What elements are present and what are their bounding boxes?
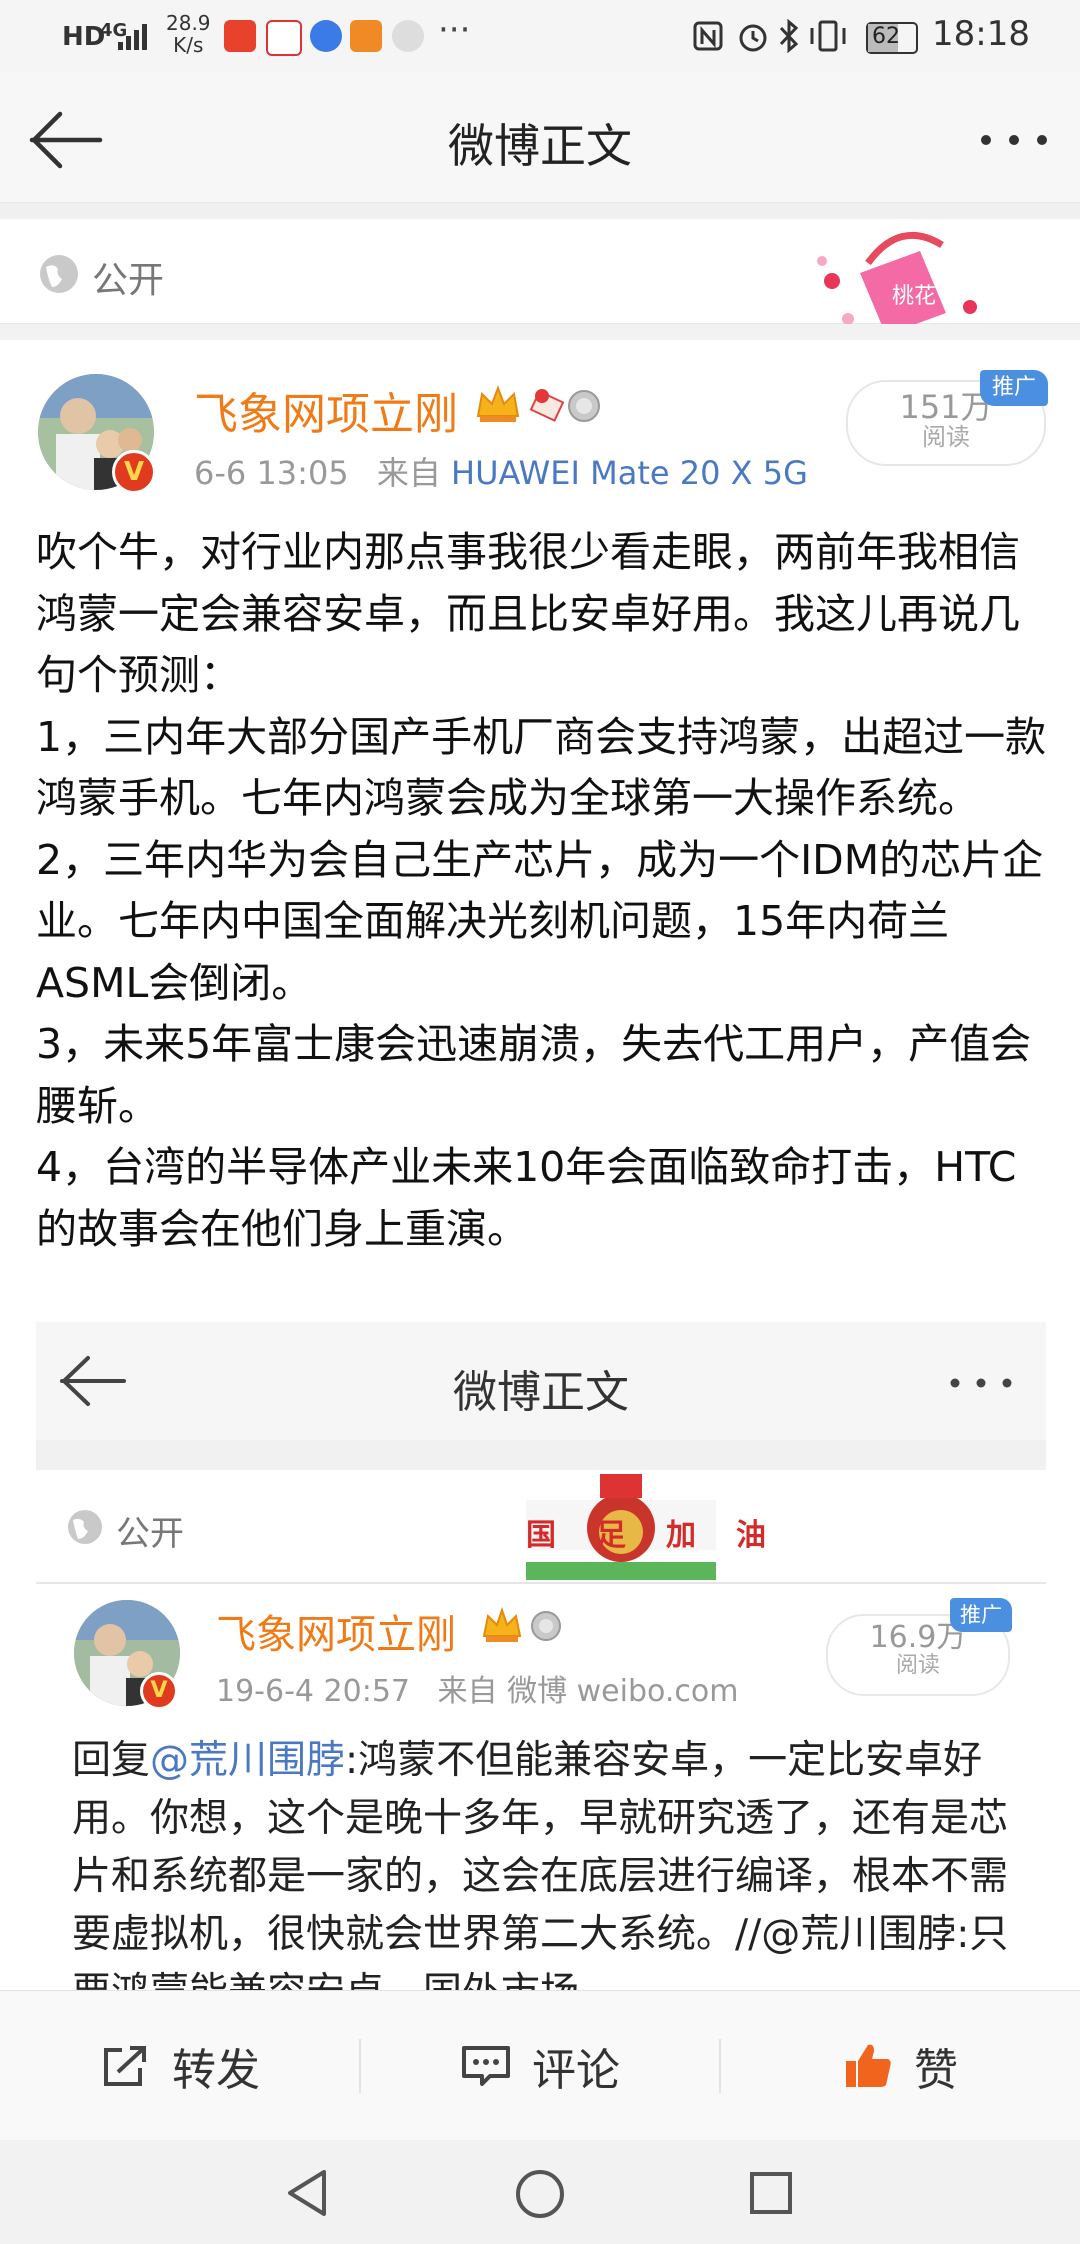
- promo-badge[interactable]: 推广: [980, 370, 1048, 406]
- user-badges-icon: [482, 1606, 561, 1642]
- source-prefix: 来自: [437, 1674, 498, 1709]
- visibility-label: 公开: [92, 260, 165, 301]
- section-gap: [0, 203, 1080, 219]
- app-icon-browser: [310, 20, 342, 52]
- bluetooth-icon: [779, 18, 799, 54]
- repost-icon: [104, 2046, 146, 2086]
- post-paragraph: 4，台湾的半导体产业未来10年会面临致命打击，HTC的故事会在他们身上重演。: [36, 1143, 1017, 1253]
- app-icon-news: [224, 20, 256, 52]
- post-paragraph: 2，三年内华为会自己生产芯片，成为一个IDM的芯片企业。七年内中国全面解决光刻机…: [36, 835, 1044, 1007]
- embedded-visibility-label: 公开: [116, 1514, 184, 1554]
- read-label: 阅读: [922, 423, 970, 451]
- net-speed: 28.9 K/s: [166, 11, 211, 57]
- more-dots-icon[interactable]: [978, 132, 1050, 148]
- comment-label: 评论: [532, 2045, 620, 2096]
- post-body: 吹个牛，对行业内那点事我很少看走眼，两前年我相信鸿蒙一定会兼容安卓，而且比安卓好…: [36, 522, 1048, 1260]
- post-source[interactable]: HUAWEI Mate 20 X 5G: [451, 454, 808, 492]
- user-badges-icon: [476, 385, 600, 422]
- post-username[interactable]: 飞象网项立刚: [194, 378, 458, 442]
- comment-button[interactable]: 评论: [360, 1991, 720, 2141]
- verified-badge: V: [140, 1672, 178, 1710]
- app-icon-hand: [392, 20, 424, 52]
- post-paragraph: 吹个牛，对行业内那点事我很少看走眼，两前年我相信鸿蒙一定会兼容安卓，而且比安卓好…: [36, 528, 1020, 699]
- nav-back-icon[interactable]: [284, 2168, 332, 2218]
- more-dots-icon: [950, 1378, 1012, 1388]
- read-label: 阅读: [895, 1653, 940, 1678]
- globe-icon: [68, 1510, 102, 1544]
- embedded-visibility-bar: 公开 国足加油: [36, 1470, 1046, 1584]
- nav-home-icon[interactable]: [514, 2168, 566, 2220]
- embedded-username: 飞象网项立刚: [216, 1612, 456, 1658]
- action-bar: 转发 评论 赞: [0, 1990, 1080, 2141]
- title-bar: 微博正文: [0, 72, 1080, 203]
- page-title: 微博正文: [448, 119, 632, 173]
- reply-prefix: 回复: [72, 1738, 151, 1783]
- svg-text:桃花: 桃花: [892, 284, 936, 309]
- like-label: 赞: [914, 2045, 958, 2096]
- status-bar: HD 4G 28.9 K/s ··· 62 18:18: [0, 0, 1080, 72]
- banner-text: 国足加油: [526, 1518, 806, 1553]
- like-button[interactable]: 赞: [720, 1991, 1080, 2141]
- embedded-timestamp: 19-6-4 20:57: [216, 1674, 410, 1709]
- embedded-body: 回复@荒川围脖:鸿蒙不但能兼容安卓，一定比安卓好用。你想，这个是晚十多年，早就研…: [72, 1732, 1022, 1990]
- nfc-icon: [693, 21, 723, 51]
- repost-button[interactable]: 转发: [0, 1991, 360, 2141]
- alarm-icon: [739, 24, 767, 52]
- visibility-bar: 公开 桃花: [0, 219, 1080, 335]
- section-gap: [36, 1440, 1046, 1470]
- embedded-page-title: 微博正文: [453, 1367, 629, 1418]
- clock: 18:18: [932, 14, 1030, 54]
- network-type: HD: [62, 22, 106, 52]
- embedded-screenshot[interactable]: 微博正文 公开 国足加油 V 飞象网项立刚 19-6-4 20:57 来自 微博…: [36, 1322, 1046, 1990]
- source-prefix: 来自: [376, 454, 441, 492]
- post-paragraph: 1，三内年大部分国产手机厂商会支持鸿蒙，出超过一款鸿蒙手机。七年内鸿蒙会成为全球…: [36, 712, 1047, 823]
- vibrate-icon: [810, 20, 846, 52]
- nav-recents-icon[interactable]: [748, 2170, 794, 2216]
- comment-icon: [462, 2046, 510, 2086]
- app-icon-video: [350, 20, 382, 52]
- embedded-title-bar: 微博正文: [36, 1322, 1046, 1440]
- globe-icon: [40, 255, 78, 293]
- section-gap: [0, 324, 1080, 340]
- verified-badge: V: [112, 450, 156, 494]
- navigation-bar: [0, 2140, 1080, 2244]
- post-paragraph: 3，未来5年富士康会迅速崩溃，失去代工用户，产值会腰斩。: [36, 1020, 1032, 1130]
- embedded-source: 微博 weibo.com: [507, 1674, 739, 1709]
- signal-icon: [118, 24, 147, 50]
- post-meta: 6-6 13:05 来自 HUAWEI Mate 20 X 5G: [194, 448, 808, 494]
- repost-label: 转发: [172, 2045, 260, 2096]
- post-timestamp: 6-6 13:05: [194, 454, 349, 492]
- thumbs-up-icon: [846, 2044, 891, 2087]
- mention-link: @荒川围脖: [150, 1738, 346, 1783]
- embedded-meta: 19-6-4 20:57 来自 微博 weibo.com: [216, 1666, 738, 1710]
- battery-level: 62: [872, 24, 900, 49]
- more-notifications-icon: ···: [438, 10, 471, 50]
- app-icon-toutiao: [266, 20, 302, 56]
- promo-badge: 推广: [950, 1598, 1012, 1632]
